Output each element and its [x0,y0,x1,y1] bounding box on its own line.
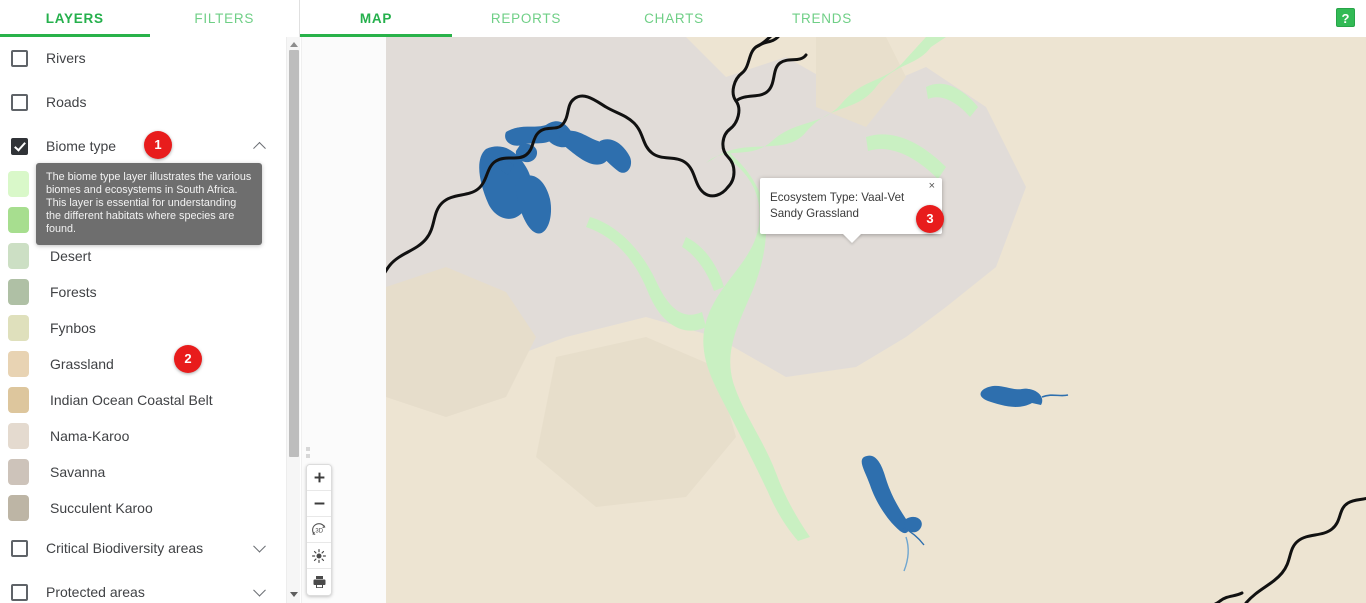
map-controls: 3D [306,464,332,596]
biome-swatch [8,279,29,305]
map-vector [386,37,1366,603]
layer-label-roads: Roads [46,94,87,110]
popup-pointer [842,233,862,243]
tab-filters[interactable]: FILTERS [150,0,300,37]
checkbox-critical-biodiversity-areas[interactable] [11,539,28,557]
checkbox-roads[interactable] [11,93,28,111]
zoom-out-icon[interactable] [307,491,331,517]
tab-charts[interactable]: CHARTS [600,0,748,37]
tab-map-underline [300,34,452,37]
tab-filters-underline [150,34,300,37]
biome-label: Succulent Karoo [50,500,153,516]
annotation-badge-1[interactable]: 1 [144,131,172,159]
biome-swatch [8,495,29,521]
svg-text:3D: 3D [315,528,323,534]
layers-panel: Rivers Roads Biome type Albany Thicket A… [0,37,286,603]
sidebar-scrollbar[interactable] [286,37,300,603]
tab-layers-underline [0,34,150,37]
checkbox-biome-type[interactable] [11,137,28,155]
biome-label: Savanna [50,464,106,480]
tab-layers-label: LAYERS [45,11,104,26]
checkbox-rivers[interactable] [11,49,28,67]
scroll-up-arrow-icon[interactable] [290,42,298,47]
layer-row-rivers[interactable]: Rivers [0,40,286,76]
tab-layers[interactable]: LAYERS [0,0,150,37]
biome-label: Forests [50,284,97,300]
layer-label-protected-areas: Protected areas [46,584,145,600]
biome-item-savanna[interactable]: Savanna [0,454,286,490]
annotation-badge-3[interactable]: 3 [916,205,944,233]
biome-swatch [8,207,29,233]
biome-item-forests[interactable]: Forests [0,274,286,310]
tab-reports-underline [452,34,600,37]
biome-swatch [8,315,29,341]
biome-item-nama-karoo[interactable]: Nama-Karoo [0,418,286,454]
biome-item-grassland[interactable]: Grassland [0,346,286,382]
biome-swatch [8,459,29,485]
layers-list: Rivers Roads Biome type Albany Thicket A… [0,40,286,603]
layer-row-protected-areas[interactable]: Protected areas [0,574,286,603]
biome-type-tooltip: The biome type layer illustrates the var… [36,163,262,246]
chevron-down-icon-critical-biodiversity-areas[interactable] [253,539,266,553]
biome-item-fynbos[interactable]: Fynbos [0,310,286,346]
biome-swatch [8,351,29,377]
annotation-badge-2[interactable]: 2 [174,345,202,373]
zoom-in-icon[interactable] [307,465,331,491]
tab-trends[interactable]: TRENDS [748,0,896,37]
checkbox-protected-areas[interactable] [11,583,28,601]
layer-label-biome-type: Biome type [46,138,117,154]
biome-label: Indian Ocean Coastal Belt [50,392,213,408]
print-icon[interactable] [307,569,331,595]
biome-swatch [8,423,29,449]
map-canvas[interactable] [386,37,1366,603]
tab-filters-label: FILTERS [194,11,255,26]
layer-label-rivers: Rivers [46,50,86,66]
chevron-up-icon-biome-type[interactable] [253,141,266,155]
layer-label-critical-biodiversity-areas: Critical Biodiversity areas [46,540,204,556]
tab-map-label: MAP [359,11,393,26]
biome-swatch [8,171,29,197]
tab-reports-label: REPORTS [490,11,562,26]
biome-label: Fynbos [50,320,96,336]
drag-dot [306,454,310,458]
tab-charts-label: CHARTS [644,11,704,26]
biome-label: Grassland [50,356,114,372]
biome-swatch [8,387,29,413]
sidebar-scrollbar-thumb[interactable] [289,50,299,457]
map-controls-drag-handle[interactable] [306,447,316,463]
layer-row-biome-type[interactable]: Biome type [0,128,286,164]
help-icon[interactable]: ? [1336,8,1355,27]
biome-swatch [8,243,29,269]
tab-map[interactable]: MAP [300,0,452,37]
layer-row-critical-biodiversity-areas[interactable]: Critical Biodiversity areas [0,530,286,566]
biome-label: Desert [50,248,92,264]
rotate-3d-icon[interactable]: 3D [307,517,331,543]
drag-dot [306,447,310,451]
tab-trends-label: TRENDS [791,11,852,26]
brightness-icon[interactable] [307,543,331,569]
scroll-down-arrow-icon[interactable] [290,592,298,597]
tab-charts-underline [600,34,748,37]
biome-label: Nama-Karoo [50,428,130,444]
map-feature-popup: × Ecosystem Type: Vaal-Vet Sandy Grassla… [760,178,942,243]
popup-close-icon[interactable]: × [929,180,935,192]
biome-item-indian-ocean-coastal-belt[interactable]: Indian Ocean Coastal Belt [0,382,286,418]
tab-trends-underline [748,34,896,37]
biome-item-succulent-karoo[interactable]: Succulent Karoo [0,490,286,526]
chevron-down-icon-protected-areas[interactable] [253,583,266,597]
top-tab-bar: LAYERS FILTERS MAP REPORTS CHARTS TRENDS… [0,0,1366,37]
sidebar-tab-group: LAYERS FILTERS [0,0,300,37]
app-root: LAYERS FILTERS MAP REPORTS CHARTS TRENDS… [0,0,1366,603]
tab-reports[interactable]: REPORTS [452,0,600,37]
main-tab-group: MAP REPORTS CHARTS TRENDS [300,0,1366,37]
layer-row-roads[interactable]: Roads [0,84,286,120]
popup-text: Ecosystem Type: Vaal-Vet Sandy Grassland [770,191,905,220]
